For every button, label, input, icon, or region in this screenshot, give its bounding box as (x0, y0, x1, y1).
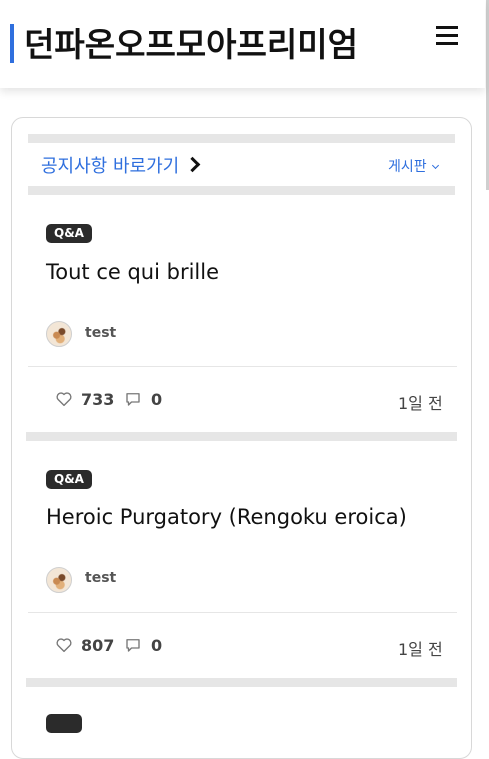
site-header: 던파온오프모아프리미엄 (0, 0, 485, 88)
hamburger-menu-icon[interactable] (436, 26, 460, 48)
comment-count: 0 (151, 636, 163, 655)
post-title[interactable]: Tout ce qui brille (46, 260, 219, 284)
divider (28, 612, 457, 613)
notice-shortcut-label: 공지사항 바로가기 (41, 156, 180, 177)
divider-bar (28, 186, 455, 195)
comment-icon[interactable] (124, 636, 142, 654)
like-count: 733 (81, 390, 115, 409)
post-time: 1일 전 (398, 640, 443, 659)
comment-count: 0 (151, 390, 163, 409)
heart-icon[interactable] (55, 636, 73, 654)
post-author[interactable]: test (85, 325, 116, 341)
notice-shortcut-link[interactable]: 공지사항 바로가기 (41, 152, 201, 178)
chevron-right-icon (184, 156, 201, 173)
divider-bar (26, 678, 457, 687)
post-time: 1일 전 (398, 394, 443, 413)
comment-icon[interactable] (124, 390, 142, 408)
post-title[interactable]: Heroic Purgatory (Rengoku eroica) (46, 505, 407, 529)
divider-bar (26, 432, 457, 441)
divider-bar (28, 134, 455, 143)
avatar (46, 321, 72, 347)
chevron-down-icon (431, 161, 439, 170)
header-accent-bar (10, 24, 14, 63)
post-list-card: 공지사항 바로가기 게시판 Q&A Tout ce qui brille tes… (11, 117, 472, 759)
board-dropdown[interactable]: 게시판 (388, 156, 439, 176)
category-badge: Q&A (46, 224, 92, 243)
post-author[interactable]: test (85, 570, 116, 586)
heart-icon[interactable] (55, 390, 73, 408)
divider (28, 366, 457, 367)
avatar (46, 567, 72, 593)
category-badge (46, 714, 82, 733)
site-title[interactable]: 던파온오프모아프리미엄 (24, 18, 358, 66)
board-dropdown-label: 게시판 (388, 159, 427, 175)
category-badge: Q&A (46, 470, 92, 489)
like-count: 807 (81, 636, 115, 655)
